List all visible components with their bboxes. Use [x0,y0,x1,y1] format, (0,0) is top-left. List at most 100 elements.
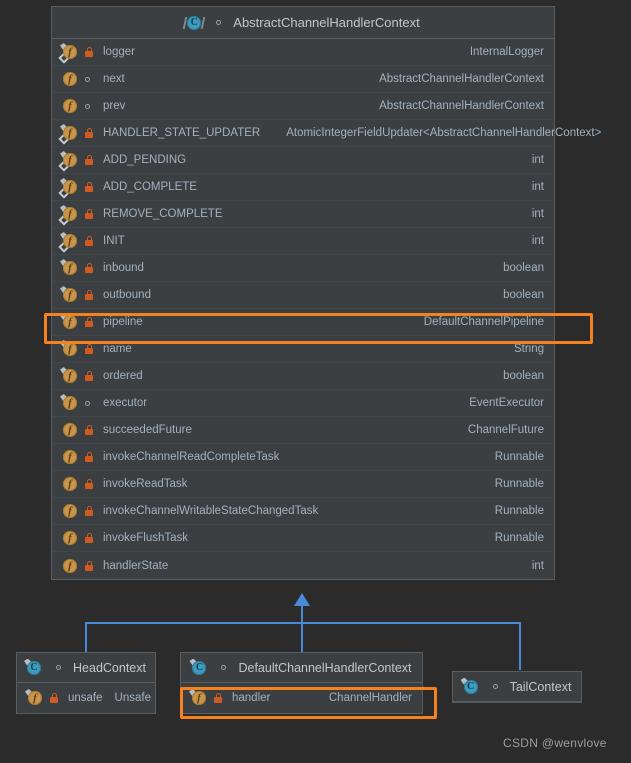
field-icon: f [62,558,78,574]
static-final-field-icon: f [58,43,78,64]
field-list: f logger InternalLogger f next AbstractChanne… [52,39,601,579]
field-type: int [531,235,544,247]
field-row[interactable]: f ADD_COMPLETE int [52,174,554,201]
field-row[interactable]: f pipeline DefaultChannelPipeline [52,309,554,336]
class-box-defaultchannelhandlercontext[interactable]: C DefaultChannelHandlerContext f handler Cha… [180,652,423,714]
field-name: unsafe [68,692,103,704]
field-row[interactable]: f handler ChannelHandler [181,683,422,713]
field-type: AbstractChannelHandlerContext [379,100,544,112]
field-row[interactable]: f outbound boolean [52,282,554,309]
field-row[interactable]: f HANDLER_STATE_UPDATER AtomicIntegerField… [52,120,601,147]
field-row[interactable]: f invokeChannelWritableStateChangedTask Ru… [52,498,554,525]
field-type: Runnable [494,451,544,463]
private-lock-icon [82,530,95,546]
private-lock-icon [82,422,95,438]
private-lock-icon [82,287,95,303]
field-name: ADD_PENDING [103,154,187,166]
field-name: name [103,343,132,355]
field-row[interactable]: f next AbstractChannelHandlerContext [52,66,554,93]
field-type: boolean [503,289,544,301]
static-final-field-icon: f [58,232,78,253]
class-header: C DefaultChannelHandlerContext [181,653,422,683]
static-final-field-icon: f [58,124,78,145]
field-name: handler [232,692,271,704]
private-lock-icon [82,558,95,574]
field-name: handlerState [103,559,169,572]
private-lock-icon [82,125,95,141]
private-lock-icon [82,503,95,519]
private-lock-icon [82,179,95,195]
field-row[interactable]: f inbound boolean [52,255,554,282]
private-lock-icon [82,260,95,276]
field-type: boolean [503,262,544,274]
watermark-text: CSDN @wenvlove [503,736,607,750]
field-type: InternalLogger [469,46,544,58]
field-row[interactable]: f invokeChannelReadCompleteTask Runnable [52,444,554,471]
field-type: int [531,208,544,220]
final-class-icon: C [189,658,207,676]
field-type: Runnable [494,478,544,490]
field-type: int [531,181,544,193]
final-field-icon: f [25,689,43,706]
private-lock-icon [82,233,95,249]
field-row[interactable]: f ordered boolean [52,363,554,390]
field-name: next [103,73,125,85]
field-name: ordered [103,370,143,382]
private-lock-icon [82,476,95,492]
field-name: ADD_COMPLETE [103,181,197,193]
class-title: AbstractChannelHandlerContext [233,15,420,30]
field-type: DefaultChannelPipeline [423,316,544,328]
connector-horizontal [85,622,521,624]
class-header: C HeadContext [17,653,155,683]
field-row[interactable]: f executor EventExecutor [52,390,554,417]
package-private-icon [213,15,226,31]
field-type: Runnable [494,505,544,517]
field-row[interactable]: f ADD_PENDING int [52,147,554,174]
class-box-headcontext[interactable]: C HeadContext f unsafe Unsafe [16,652,156,714]
static-final-field-icon: f [58,205,78,226]
private-lock-icon [82,152,95,168]
field-icon: f [62,476,78,492]
field-row[interactable]: f INIT int [52,228,554,255]
field-type: Runnable [494,532,544,544]
package-private-icon [53,660,66,676]
field-row[interactable]: f prev AbstractChannelHandlerContext [52,93,554,120]
field-icon: f [62,503,78,519]
final-field-icon: f [60,259,78,276]
class-header: C AbstractChannelHandlerContext [52,7,554,39]
private-lock-icon [47,690,60,706]
class-box-abstractchannelhandlercontext[interactable]: C AbstractChannelHandlerContext f logger I… [51,6,601,580]
field-row[interactable]: f REMOVE_COMPLETE int [52,201,554,228]
static-final-field-icon: f [58,151,78,172]
field-icon: f [62,98,78,114]
field-row[interactable]: f invokeReadTask Runnable [52,471,554,498]
private-lock-icon [82,314,95,330]
field-name: prev [103,100,126,112]
connector-branch-head [85,622,87,652]
field-name: succeededFuture [103,424,192,436]
field-type: Unsafe [114,692,151,704]
field-type: EventExecutor [469,397,544,409]
private-lock-icon [82,206,95,222]
class-title: HeadContext [73,660,146,675]
field-type: String [513,343,544,355]
field-name: REMOVE_COMPLETE [103,208,223,220]
field-row[interactable]: f succeededFuture ChannelFuture [52,417,554,444]
uml-diagram-canvas: C AbstractChannelHandlerContext f logger I… [0,0,631,763]
final-field-icon: f [60,286,78,303]
class-header: C TailContext [453,672,581,702]
field-row[interactable]: f name String [52,336,554,363]
field-name: pipeline [103,316,143,328]
field-row[interactable]: f handlerState int [52,552,554,579]
field-name: invokeFlushTask [103,532,189,544]
field-icon: f [62,530,78,546]
field-name: executor [103,397,148,409]
final-field-icon: f [60,394,78,411]
class-box-tailcontext[interactable]: C TailContext [452,671,582,703]
field-row[interactable]: f unsafe Unsafe [17,683,155,713]
field-row[interactable]: f logger InternalLogger [52,39,554,66]
final-field-icon: f [60,340,78,357]
field-row[interactable]: f invokeFlushTask Runnable [52,525,554,552]
field-type: int [531,154,544,166]
final-field-icon: f [60,367,78,384]
